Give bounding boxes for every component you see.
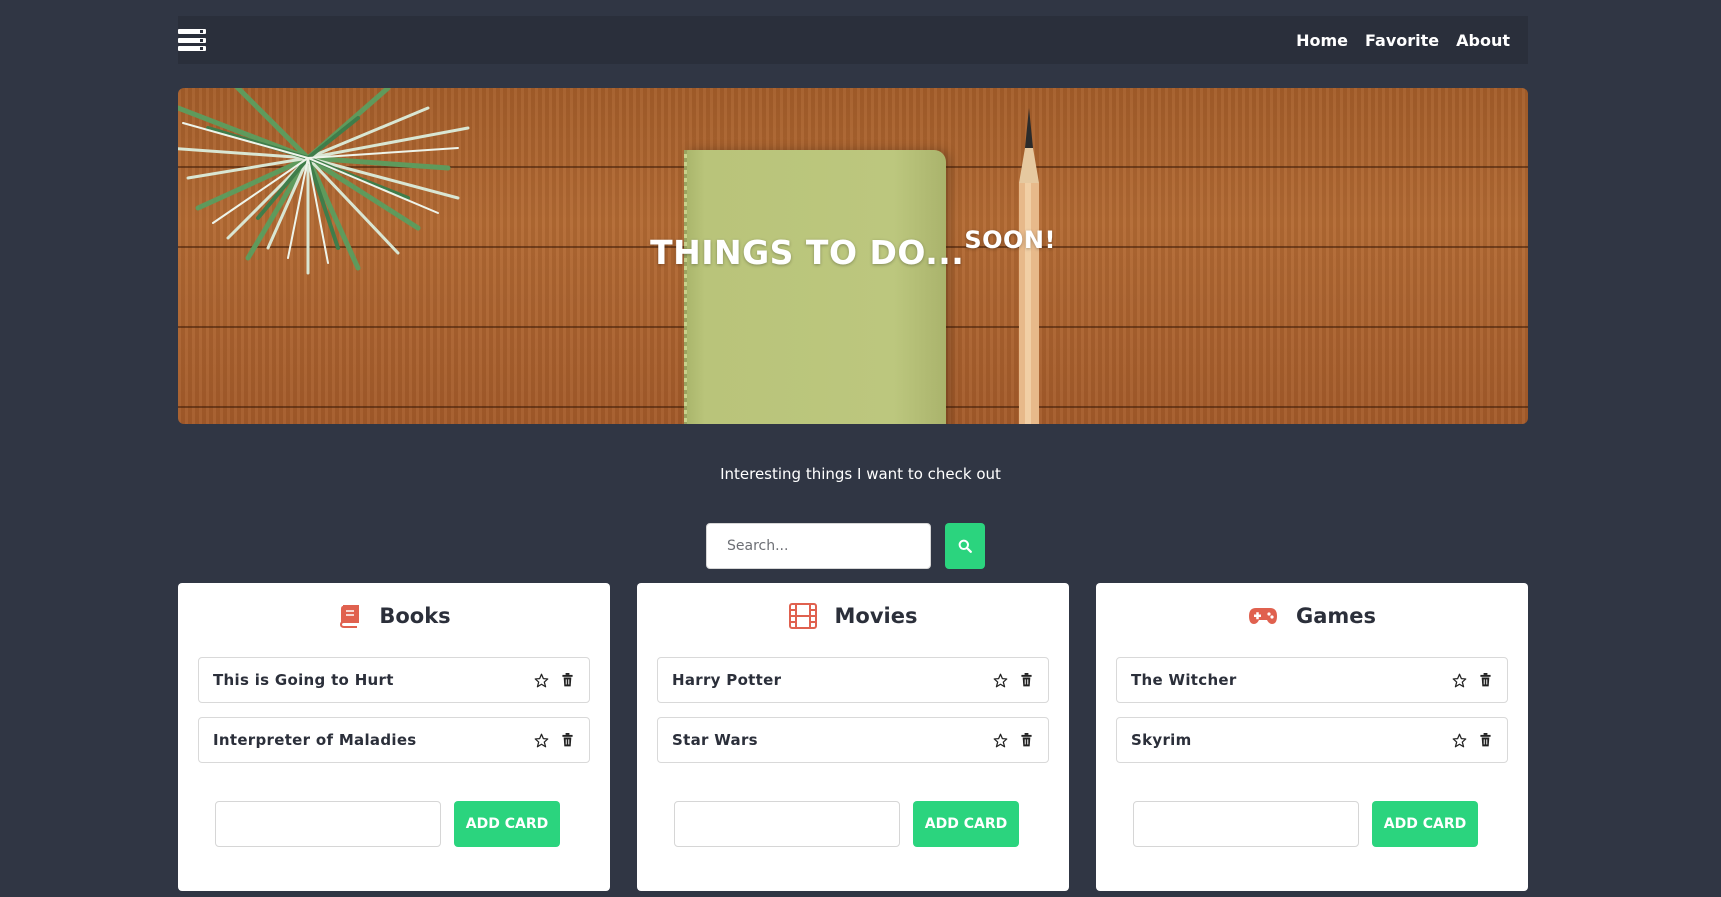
card-label: This is Going to Hurt bbox=[213, 671, 394, 689]
trash-icon bbox=[1479, 673, 1491, 687]
card-actions bbox=[533, 672, 575, 688]
book-icon bbox=[340, 605, 360, 628]
favorite-star-button[interactable] bbox=[1451, 672, 1467, 688]
gamepad-icon bbox=[1248, 608, 1277, 624]
card-label: Interpreter of Maladies bbox=[213, 731, 417, 749]
column-header: Games bbox=[1096, 601, 1528, 631]
trash-icon bbox=[561, 673, 573, 687]
notebook-decoration bbox=[684, 150, 946, 424]
delete-button[interactable] bbox=[1018, 672, 1034, 688]
hero-banner: THINGS TO DO...SOON! bbox=[178, 88, 1528, 424]
star-icon bbox=[993, 733, 1007, 747]
trash-icon bbox=[1479, 733, 1491, 747]
card-actions bbox=[1451, 672, 1493, 688]
card-label: The Witcher bbox=[1131, 671, 1237, 689]
list-item: This is Going to Hurt bbox=[198, 657, 590, 703]
trash-icon bbox=[1020, 673, 1032, 687]
card-label: Harry Potter bbox=[672, 671, 782, 689]
film-icon bbox=[788, 603, 817, 629]
nav-home-link[interactable]: Home bbox=[1296, 31, 1348, 50]
new-card-input[interactable] bbox=[1133, 801, 1359, 847]
card-actions bbox=[992, 672, 1034, 688]
search-icon bbox=[958, 539, 972, 553]
list-item: Interpreter of Maladies bbox=[198, 717, 590, 763]
card-actions bbox=[992, 732, 1034, 748]
add-card-button[interactable]: ADD CARD bbox=[913, 801, 1019, 847]
favorite-star-button[interactable] bbox=[992, 672, 1008, 688]
list-item: Skyrim bbox=[1116, 717, 1508, 763]
star-icon bbox=[534, 673, 548, 687]
server-logo-icon[interactable] bbox=[178, 29, 206, 51]
delete-button[interactable] bbox=[1018, 732, 1034, 748]
add-card-button[interactable]: ADD CARD bbox=[1372, 801, 1478, 847]
card-label: Star Wars bbox=[672, 731, 758, 749]
favorite-star-button[interactable] bbox=[533, 672, 549, 688]
page-subtitle: Interesting things I want to check out bbox=[720, 465, 1001, 483]
column-title: Movies bbox=[834, 604, 918, 628]
column-header: Books bbox=[178, 601, 610, 631]
delete-button[interactable] bbox=[1477, 732, 1493, 748]
card-actions bbox=[1451, 732, 1493, 748]
nav-favorite-link[interactable]: Favorite bbox=[1365, 31, 1439, 50]
hero-title-main: THINGS TO DO... bbox=[650, 233, 965, 272]
card-label: Skyrim bbox=[1131, 731, 1192, 749]
column-title: Games bbox=[1295, 604, 1377, 628]
search-button[interactable] bbox=[945, 523, 985, 569]
column-movies: Movies Harry Potter Star Wars ADD CARD bbox=[637, 583, 1069, 891]
star-icon bbox=[1452, 733, 1466, 747]
column-books: Books This is Going to Hurt Interpreter … bbox=[178, 583, 610, 891]
delete-button[interactable] bbox=[1477, 672, 1493, 688]
star-icon bbox=[534, 733, 548, 747]
favorite-star-button[interactable] bbox=[1451, 732, 1467, 748]
new-card-input[interactable] bbox=[674, 801, 900, 847]
favorite-star-button[interactable] bbox=[992, 732, 1008, 748]
list-item: The Witcher bbox=[1116, 657, 1508, 703]
new-card-input[interactable] bbox=[215, 801, 441, 847]
card-actions bbox=[533, 732, 575, 748]
nav-links: Home Favorite About bbox=[1296, 31, 1510, 50]
list-item: Star Wars bbox=[657, 717, 1049, 763]
column-games: Games The Witcher Skyrim ADD CARD bbox=[1096, 583, 1528, 891]
card-columns: Books This is Going to Hurt Interpreter … bbox=[178, 583, 1528, 897]
trash-icon bbox=[1020, 733, 1032, 747]
nav-about-link[interactable]: About bbox=[1456, 31, 1510, 50]
delete-button[interactable] bbox=[559, 672, 575, 688]
delete-button[interactable] bbox=[559, 732, 575, 748]
add-card-button[interactable]: ADD CARD bbox=[454, 801, 560, 847]
search-input[interactable] bbox=[706, 523, 931, 569]
column-title: Books bbox=[379, 604, 451, 628]
trash-icon bbox=[561, 733, 573, 747]
list-item: Harry Potter bbox=[657, 657, 1049, 703]
column-header: Movies bbox=[637, 601, 1069, 631]
favorite-star-button[interactable] bbox=[533, 732, 549, 748]
navbar: Home Favorite About bbox=[178, 16, 1528, 64]
hero-title-sup: SOON! bbox=[964, 226, 1056, 254]
hero-title: THINGS TO DO...SOON! bbox=[178, 226, 1528, 272]
star-icon bbox=[993, 673, 1007, 687]
star-icon bbox=[1452, 673, 1466, 687]
